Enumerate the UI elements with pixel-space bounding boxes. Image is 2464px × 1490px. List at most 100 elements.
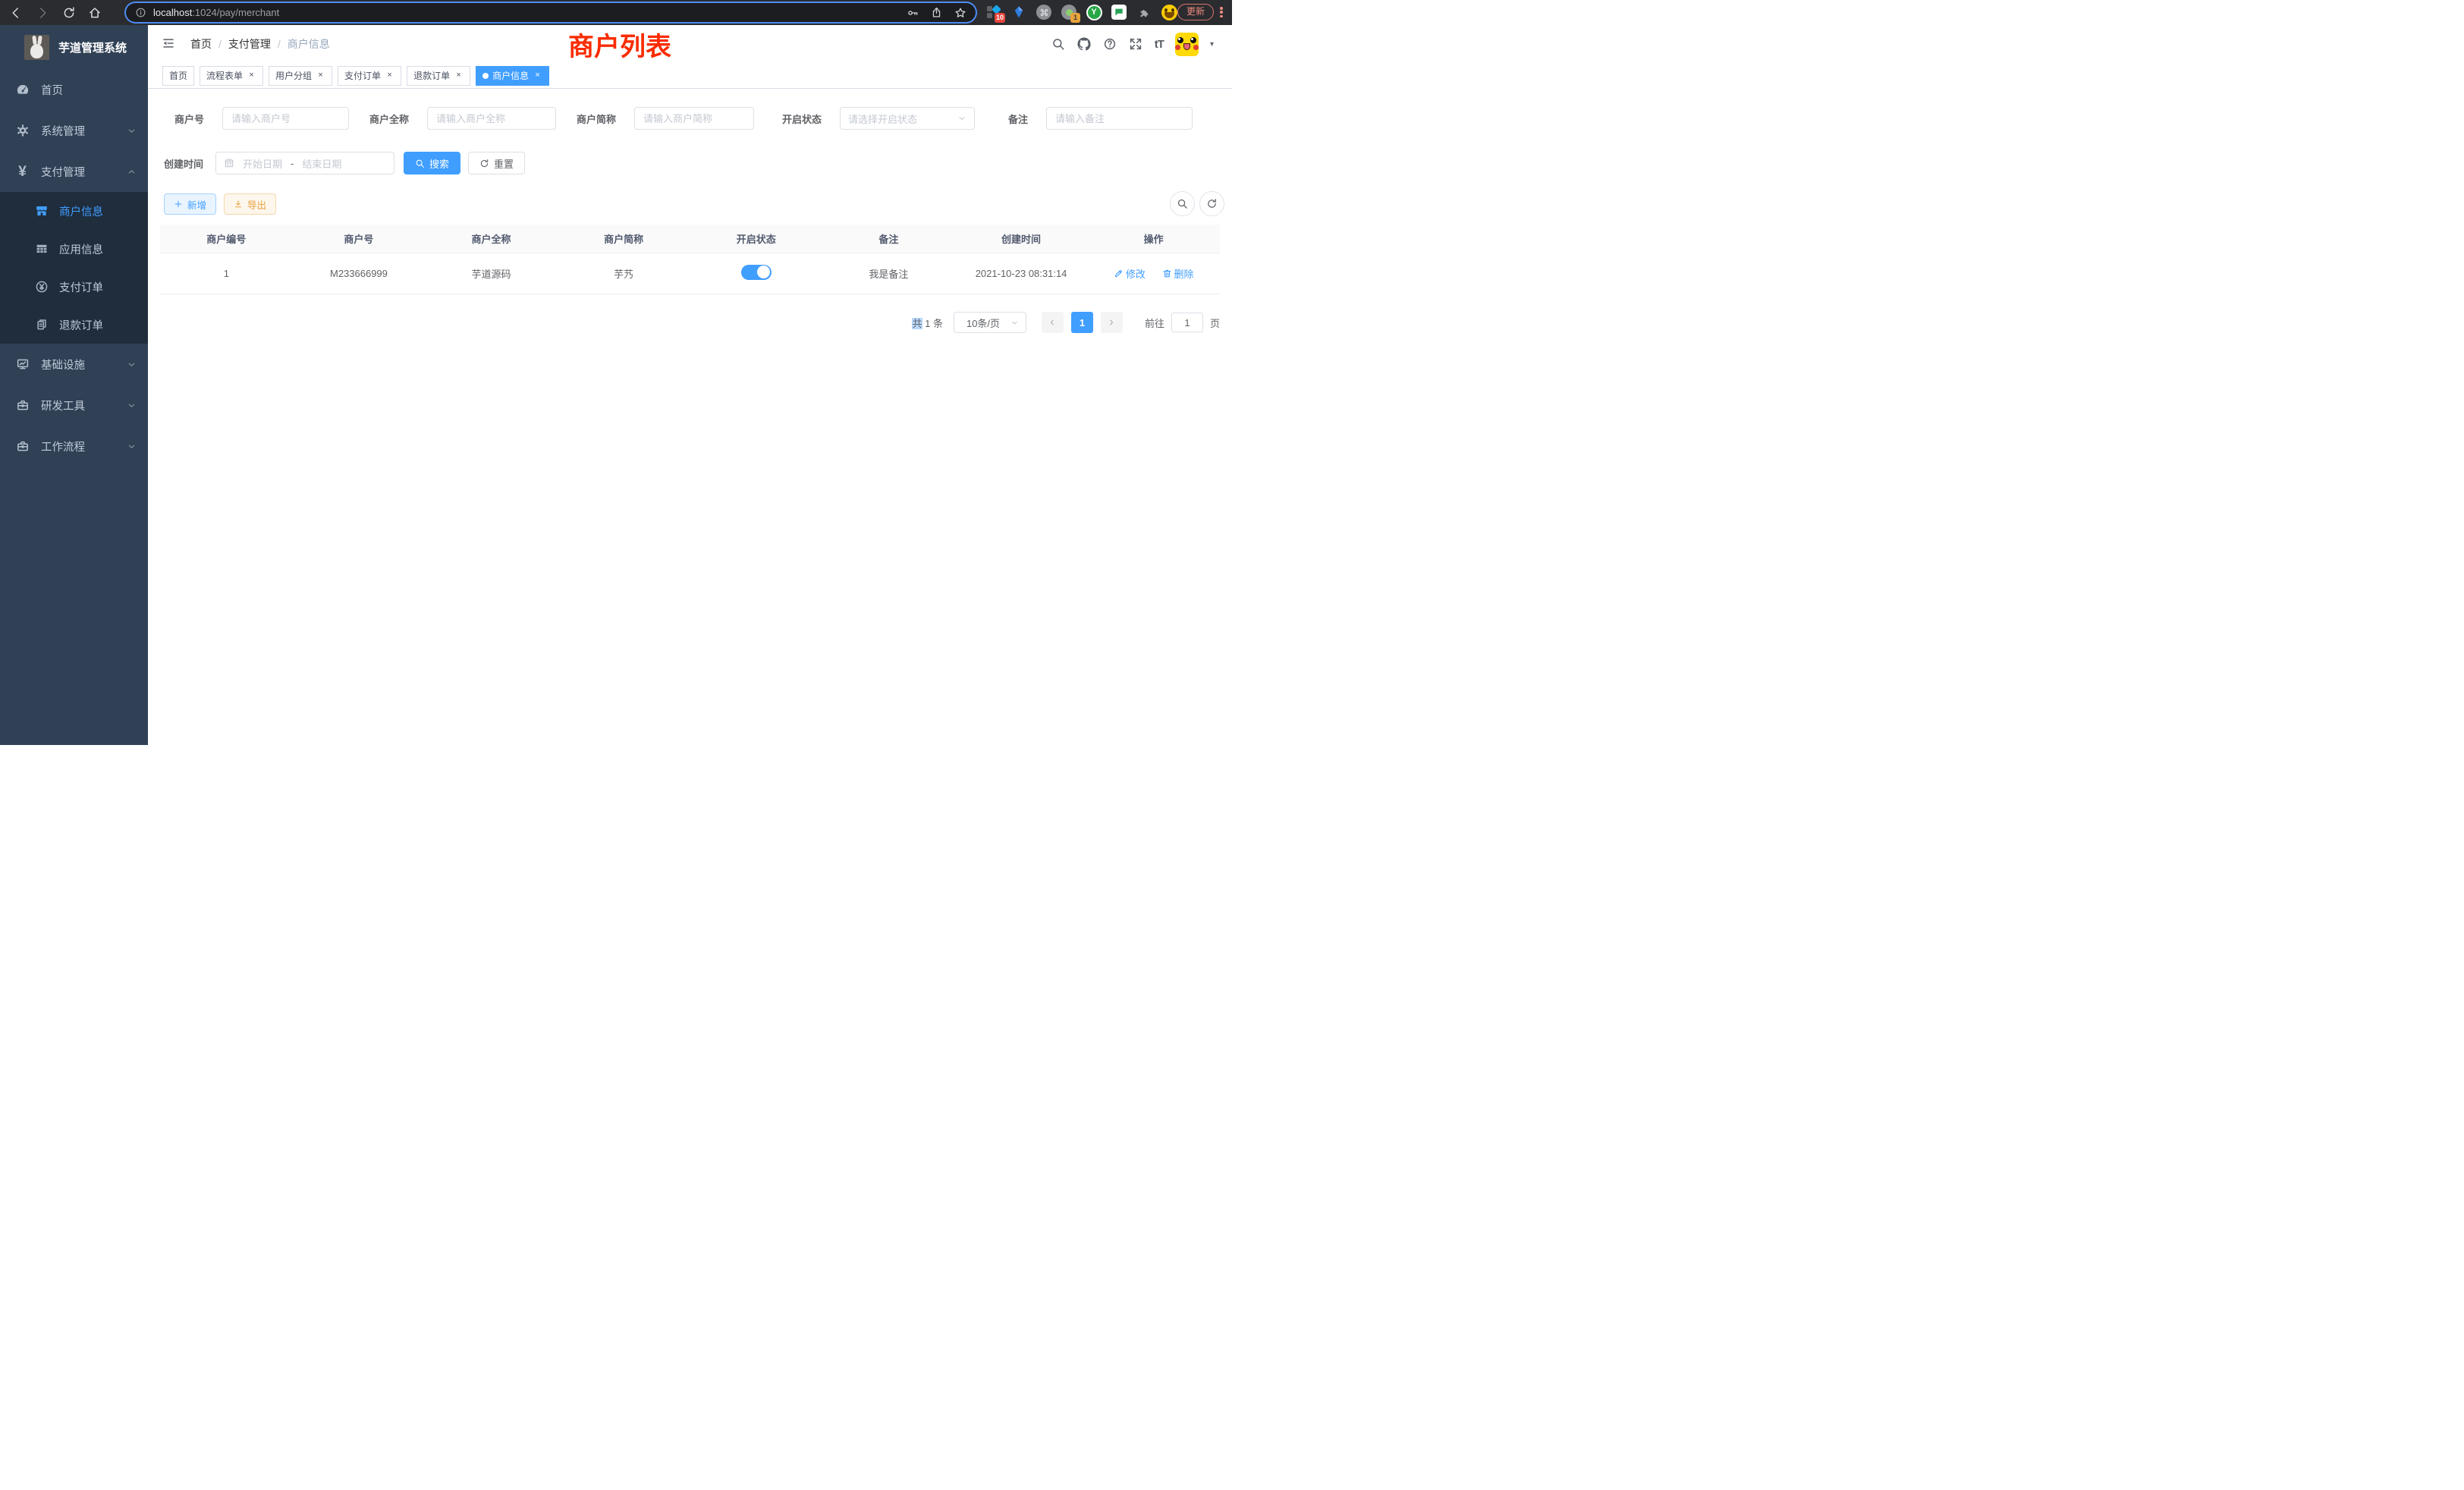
calendar-icon: [224, 158, 234, 168]
filter-label-short-name: 商户简称: [577, 112, 616, 126]
browser-back-icon[interactable]: [8, 5, 24, 20]
logo-row[interactable]: 芋道管理系统: [0, 25, 148, 69]
site-info-icon[interactable]: [135, 7, 146, 18]
filter-label-full-name: 商户全称: [369, 112, 409, 126]
extension-chat-icon[interactable]: [1111, 4, 1127, 20]
page-content: 商户号 商户全称 商户简称 开启状态 请选择开启状态 备注: [148, 89, 1232, 745]
storefront-icon: [35, 204, 49, 218]
full-name-input[interactable]: [427, 107, 556, 130]
sidebar-item-workflow[interactable]: 工作流程: [0, 426, 148, 467]
password-key-icon[interactable]: [907, 7, 919, 19]
sidebar-item-home[interactable]: 首页: [0, 69, 148, 110]
extension-y-icon[interactable]: Y: [1086, 4, 1102, 20]
close-icon[interactable]: ×: [385, 71, 394, 80]
tab-pay-order[interactable]: 支付订单×: [338, 66, 401, 86]
extension-proxy-icon[interactable]: 1: [1061, 4, 1077, 20]
extension-gem-icon[interactable]: [1010, 4, 1027, 20]
delete-link[interactable]: 删除: [1162, 266, 1194, 281]
tab-user-group[interactable]: 用户分组×: [269, 66, 332, 86]
cell-merchant-id: 1: [160, 253, 293, 294]
merchant-no-input[interactable]: [222, 107, 349, 130]
fullscreen-icon[interactable]: [1129, 37, 1143, 52]
export-button[interactable]: 导出: [224, 193, 276, 215]
page-size-select[interactable]: 10条/页: [954, 312, 1026, 333]
merchant-table: 商户编号 商户号 商户全称 商户简称 开启状态 备注 创建时间 操作 1 M23…: [160, 225, 1220, 294]
breadcrumb: 首页 / 支付管理 / 商户信息: [190, 36, 330, 52]
profile-emoji-icon[interactable]: [1161, 4, 1177, 20]
chevron-up-icon: [127, 167, 137, 177]
app-title: 芋道管理系统: [58, 39, 127, 55]
col-merchant-no: 商户号: [293, 225, 426, 253]
reset-button[interactable]: 重置: [468, 152, 525, 174]
sidebar-item-infra[interactable]: 基础设施: [0, 344, 148, 385]
page-unit: 页: [1210, 316, 1220, 330]
col-create-time: 创建时间: [955, 225, 1088, 253]
cell-remark: 我是备注: [822, 253, 955, 294]
avatar-caret-icon[interactable]: ▾: [1210, 40, 1214, 49]
close-icon[interactable]: ×: [316, 71, 325, 80]
date-range-input[interactable]: 开始日期 - 结束日期: [215, 152, 394, 174]
browser-home-icon[interactable]: [86, 5, 102, 20]
tab-merchant-info[interactable]: 商户信息×: [476, 66, 549, 86]
share-icon[interactable]: [931, 7, 942, 18]
status-select[interactable]: 请选择开启状态: [840, 107, 975, 130]
sidebar-item-refund-order[interactable]: 退款订单: [0, 306, 148, 344]
pagination: 共 1 条 10条/页 1 前往 页: [912, 312, 1220, 333]
remark-input[interactable]: [1046, 107, 1193, 130]
sidebar-item-pay-order[interactable]: 支付订单: [0, 268, 148, 306]
documents-icon: [35, 318, 49, 332]
col-remark: 备注: [822, 225, 955, 253]
edit-link[interactable]: 修改: [1114, 266, 1146, 281]
search-icon[interactable]: [1051, 37, 1066, 52]
next-page-button[interactable]: [1101, 312, 1123, 333]
sidebar-item-payment[interactable]: ¥ 支付管理: [0, 151, 148, 192]
col-status: 开启状态: [690, 225, 823, 253]
refresh-icon: [479, 159, 489, 168]
search-button[interactable]: 搜索: [404, 152, 460, 174]
status-toggle[interactable]: [741, 265, 772, 280]
tab-home[interactable]: 首页: [162, 66, 194, 86]
browser-update-button[interactable]: 更新: [1177, 4, 1214, 20]
font-size-icon[interactable]: tT: [1155, 38, 1164, 51]
table-row: 1 M233666999 芋道源码 芋艿 我是备注 2021-10-23 08:…: [160, 253, 1220, 294]
sidebar-item-dev-tools[interactable]: 研发工具: [0, 385, 148, 426]
close-icon[interactable]: ×: [533, 71, 542, 80]
tab-refund-order[interactable]: 退款订单×: [407, 66, 470, 86]
sidebar-item-app-info[interactable]: 应用信息: [0, 230, 148, 268]
goto-page-input[interactable]: [1171, 313, 1203, 332]
browser-menu-icon[interactable]: [1217, 5, 1226, 19]
dashboard-icon: [15, 83, 30, 97]
sidebar-collapse-icon[interactable]: [162, 36, 178, 52]
close-icon[interactable]: ×: [454, 71, 464, 80]
extension-puzzle-icon[interactable]: [1136, 4, 1152, 20]
bookmark-star-icon[interactable]: [954, 7, 966, 19]
browser-reload-icon[interactable]: [61, 5, 77, 20]
sidebar-item-system[interactable]: 系统管理: [0, 110, 148, 151]
filter-label-remark: 备注: [1008, 112, 1028, 126]
plus-icon: [174, 200, 183, 209]
toggle-search-icon[interactable]: [1170, 191, 1195, 216]
page-1-button[interactable]: 1: [1071, 312, 1093, 333]
yen-icon: ¥: [15, 165, 30, 179]
refresh-table-icon[interactable]: [1199, 191, 1224, 216]
breadcrumb-home[interactable]: 首页: [190, 36, 212, 52]
sidebar-item-merchant-info[interactable]: 商户信息: [0, 192, 148, 230]
short-name-input[interactable]: [634, 107, 754, 130]
extension-tabs-icon[interactable]: 10: [985, 4, 1002, 20]
help-icon[interactable]: [1103, 37, 1117, 52]
trash-icon: [1162, 269, 1172, 278]
tab-process-form[interactable]: 流程表单×: [200, 66, 263, 86]
add-button[interactable]: 新增: [164, 193, 216, 215]
browser-chrome: localhost:1024/pay/merchant 10 1 Y 更新: [0, 0, 1232, 25]
extension-command-icon[interactable]: [1036, 4, 1052, 20]
address-bar[interactable]: localhost:1024/pay/merchant: [126, 3, 976, 22]
browser-forward-icon[interactable]: [34, 5, 50, 20]
chevron-down-icon: [957, 114, 966, 123]
close-icon[interactable]: ×: [247, 71, 256, 80]
payment-submenu: 商户信息 应用信息 支付订单 退款订单: [0, 192, 148, 344]
avatar[interactable]: [1175, 33, 1199, 56]
breadcrumb-payment[interactable]: 支付管理: [228, 36, 271, 52]
prev-page-button[interactable]: [1042, 312, 1064, 333]
github-icon[interactable]: [1077, 37, 1092, 52]
filter-label-status: 开启状态: [782, 112, 822, 126]
